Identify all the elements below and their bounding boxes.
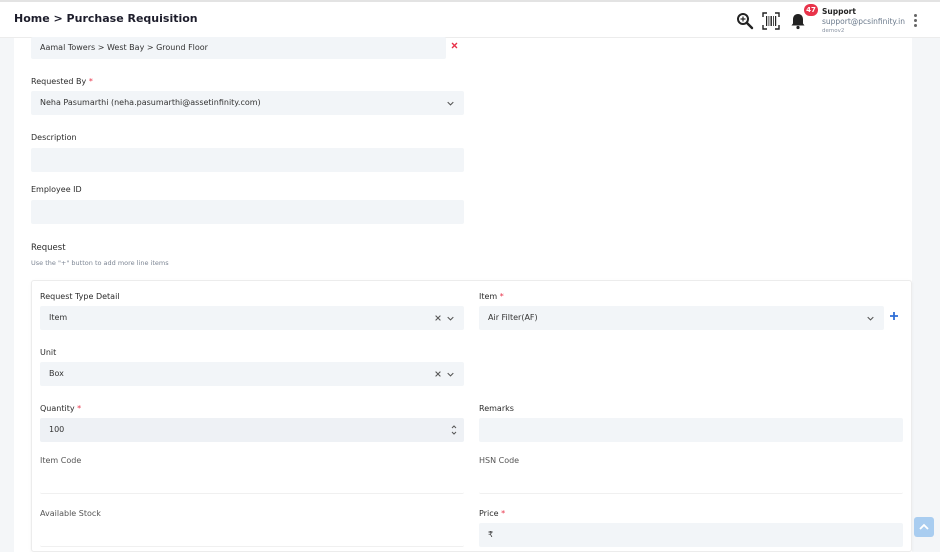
requested-by-select[interactable]: Neha Pasumarthi (neha.pasumarthi@assetin… xyxy=(31,91,464,115)
chevron-down-icon xyxy=(867,316,874,321)
add-line-item-icon[interactable] xyxy=(889,311,899,321)
available-stock-label: Available Stock xyxy=(40,509,101,518)
request-type-select[interactable]: Item xyxy=(40,306,464,330)
item-label: Item * xyxy=(479,292,504,301)
request-type-label: Request Type Detail xyxy=(40,292,120,301)
item-value: Air Filter(AF) xyxy=(488,313,538,322)
quantity-input[interactable]: 100 xyxy=(40,418,464,442)
quantity-label: Quantity * xyxy=(40,404,82,413)
request-type-value: Item xyxy=(49,313,68,322)
item-code-field xyxy=(40,470,464,494)
requested-by-label: Requested By * xyxy=(31,77,93,86)
description-label: Description xyxy=(31,133,77,142)
chevron-up-icon xyxy=(919,523,929,530)
item-code-label: Item Code xyxy=(40,456,82,465)
more-vertical-icon[interactable] xyxy=(912,14,918,28)
price-input[interactable]: ₹ xyxy=(479,523,903,547)
requested-by-value: Neha Pasumarthi (neha.pasumarthi@assetin… xyxy=(40,98,261,107)
remove-location-icon[interactable] xyxy=(451,42,458,49)
scroll-to-top-button[interactable] xyxy=(914,517,934,537)
top-header: Home > Purchase Requisition 47 Support s… xyxy=(0,0,940,38)
hsn-code-field xyxy=(479,470,903,494)
available-stock-field xyxy=(40,523,464,547)
unit-value: Box xyxy=(49,369,64,378)
price-label: Price * xyxy=(479,509,506,518)
barcode-scan-icon[interactable] xyxy=(761,11,781,31)
chevron-down-icon xyxy=(447,372,454,377)
request-section-title: Request xyxy=(31,243,66,253)
unit-label: Unit xyxy=(40,348,57,357)
price-currency: ₹ xyxy=(488,530,494,539)
notification-count-badge: 47 xyxy=(804,4,818,16)
clear-icon[interactable] xyxy=(434,370,442,378)
chevron-down-icon xyxy=(447,101,454,106)
chevron-down-icon xyxy=(447,316,454,321)
request-hint: Use the "+" button to add more line item… xyxy=(31,259,169,267)
remarks-input[interactable] xyxy=(479,418,903,442)
item-select[interactable]: Air Filter(AF) xyxy=(479,306,884,330)
breadcrumb[interactable]: Home > Purchase Requisition xyxy=(14,12,198,25)
user-name[interactable]: Support xyxy=(822,7,856,16)
hsn-code-label: HSN Code xyxy=(479,456,520,465)
clear-icon[interactable] xyxy=(434,314,442,322)
search-icon[interactable] xyxy=(735,11,755,31)
user-email: support@pcsinfinity.in xyxy=(822,17,906,26)
employee-id-input[interactable] xyxy=(31,200,464,224)
location-field[interactable]: Aamal Towers > West Bay > Ground Floor xyxy=(31,37,446,59)
quantity-value: 100 xyxy=(49,425,65,434)
location-value: Aamal Towers > West Bay > Ground Floor xyxy=(40,43,208,52)
remarks-label: Remarks xyxy=(479,404,514,413)
employee-id-label: Employee ID xyxy=(31,185,82,194)
description-input[interactable] xyxy=(31,148,464,172)
number-stepper-icon[interactable] xyxy=(451,424,457,436)
unit-select[interactable]: Box xyxy=(40,362,464,386)
user-tenant: demov2 xyxy=(822,28,845,34)
